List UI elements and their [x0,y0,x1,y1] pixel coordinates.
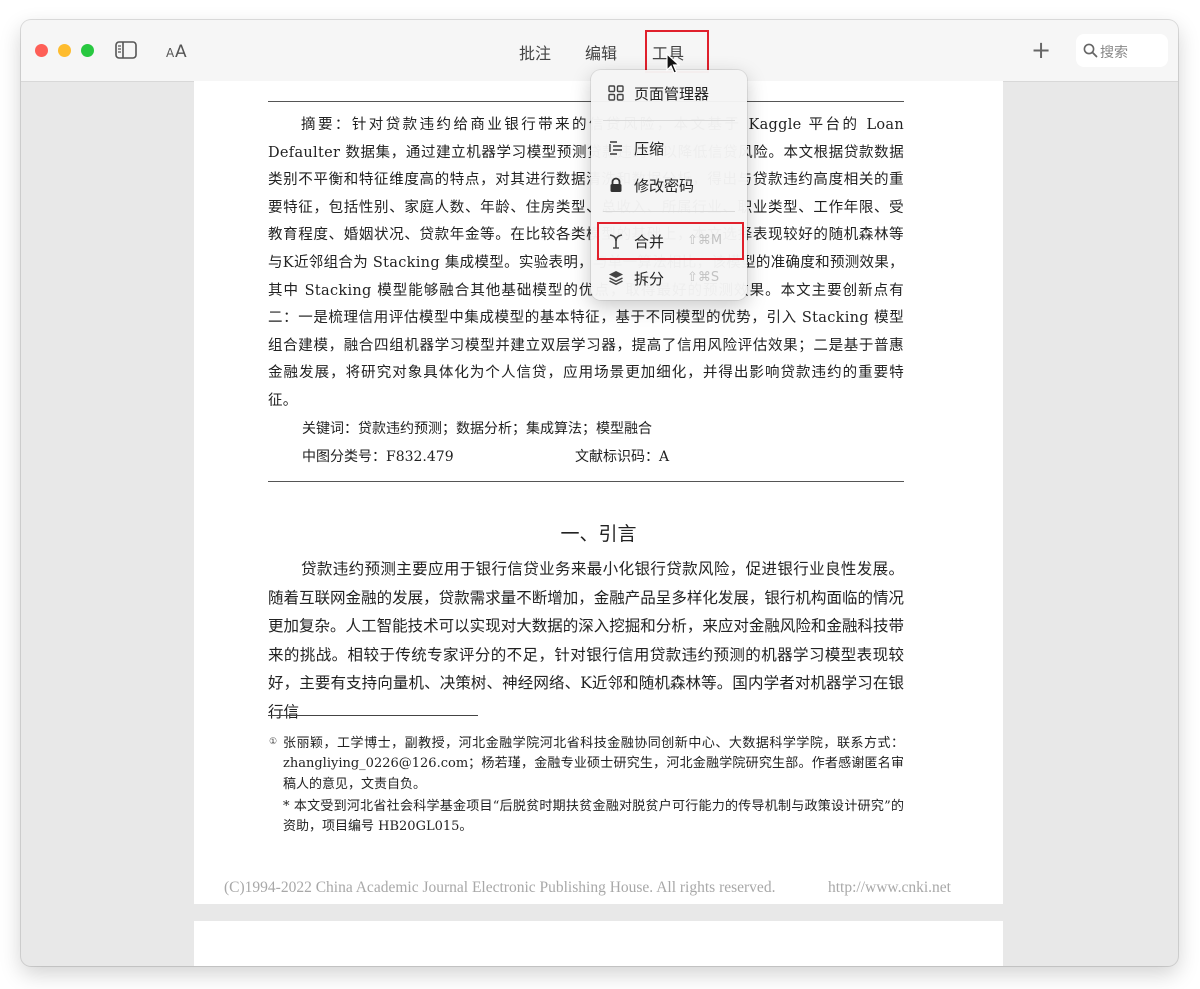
compress-icon [608,140,624,160]
copyright-text: (C)1994-2022 China Academic Journal Elec… [224,879,776,896]
menu-item-label: 页面管理器 [634,85,710,103]
search-icon [1083,43,1098,58]
abstract-paragraph: 摘要：针对贷款违约给商业银行带来的信贷风险，本文基于 Kaggle 平台的 Lo… [268,112,904,416]
grid-icon [608,85,624,105]
section-heading: 一、引言 [560,523,637,545]
search-field[interactable]: 搜索 [1076,34,1168,67]
abstract-text: 针对贷款违约给商业银行带来的信贷风险，本文基于 Kaggle 平台的 Loan … [268,117,904,409]
layers-icon [608,270,624,290]
zoom-window-button[interactable] [81,44,94,57]
keywords-value: 贷款违约预测；数据分析；集成算法；模型融合 [358,421,652,437]
classification-label: 中图分类号： [302,449,386,465]
sidebar-icon[interactable] [115,41,137,63]
menu-item-split[interactable]: 拆分 ⇧⌘S [591,263,747,293]
add-button[interactable]: + [1031,36,1051,64]
menu-item-page-manager[interactable]: 页面管理器 [591,78,747,108]
doc-id-label: 文献标识码： [575,449,659,465]
menu-separator [603,120,735,121]
copyright-line: (C)1994-2022 China Academic Journal Elec… [224,879,984,897]
footnote-mark: ① [269,737,278,747]
keywords-line: 关键词：贷款违约预测；数据分析；集成算法；模型融合 [302,418,938,438]
search-placeholder: 搜索 [1100,45,1128,61]
footnote-funding: * 本文受到河北省社会科学基金项目“后脱贫时期扶贫金融对脱贫户可行能力的传导机制… [283,799,904,835]
menu-annotate[interactable]: 批注 [519,40,551,64]
menu-item-compress[interactable]: 压缩 [591,133,747,163]
mouse-pointer-icon [666,52,681,79]
next-document-page [194,921,1003,966]
menu-item-label: 压缩 [634,140,665,158]
abstract-label: 摘要： [301,117,352,133]
classification-value: F832.479 [386,449,454,465]
lock-icon [608,177,624,197]
abstract-bottom-rule [268,481,904,482]
top-rule [268,101,904,102]
minimize-window-button[interactable] [58,44,71,57]
copyright-url: http://www.cnki.net [828,879,951,896]
svg-text:A: A [175,42,187,60]
menu-item-shortcut: ⇧⌘S [687,270,720,285]
close-window-button[interactable] [35,44,48,57]
intro-paragraph: 贷款违约预测主要应用于银行信贷业务来最小化银行贷款风险，促进银行业良性发展。随着… [268,560,904,721]
menu-edit[interactable]: 编辑 [585,40,617,64]
keywords-label: 关键词： [302,421,358,437]
menu-item-label: 拆分 [634,270,665,288]
footnote-rule [268,715,478,716]
merge-item-highlight [597,222,744,260]
doc-id-value: A [659,449,670,465]
menu-separator [603,211,735,212]
tools-dropdown-menu: 页面管理器 压缩 修改密码 合并 ⇧⌘M 拆分 ⇧⌘S [591,70,747,300]
menu-item-label: 修改密码 [634,177,695,195]
footnote-author: 张丽颖，工学博士，副教授，河北金融学院河北省科技金融协同创新中心、大数据科学学院… [283,736,904,792]
menu-item-change-password[interactable]: 修改密码 [591,170,747,200]
doc-id-line: 文献标识码：A [575,446,669,466]
svg-text:A: A [166,46,175,60]
text-size-icon[interactable]: A A [166,40,190,64]
